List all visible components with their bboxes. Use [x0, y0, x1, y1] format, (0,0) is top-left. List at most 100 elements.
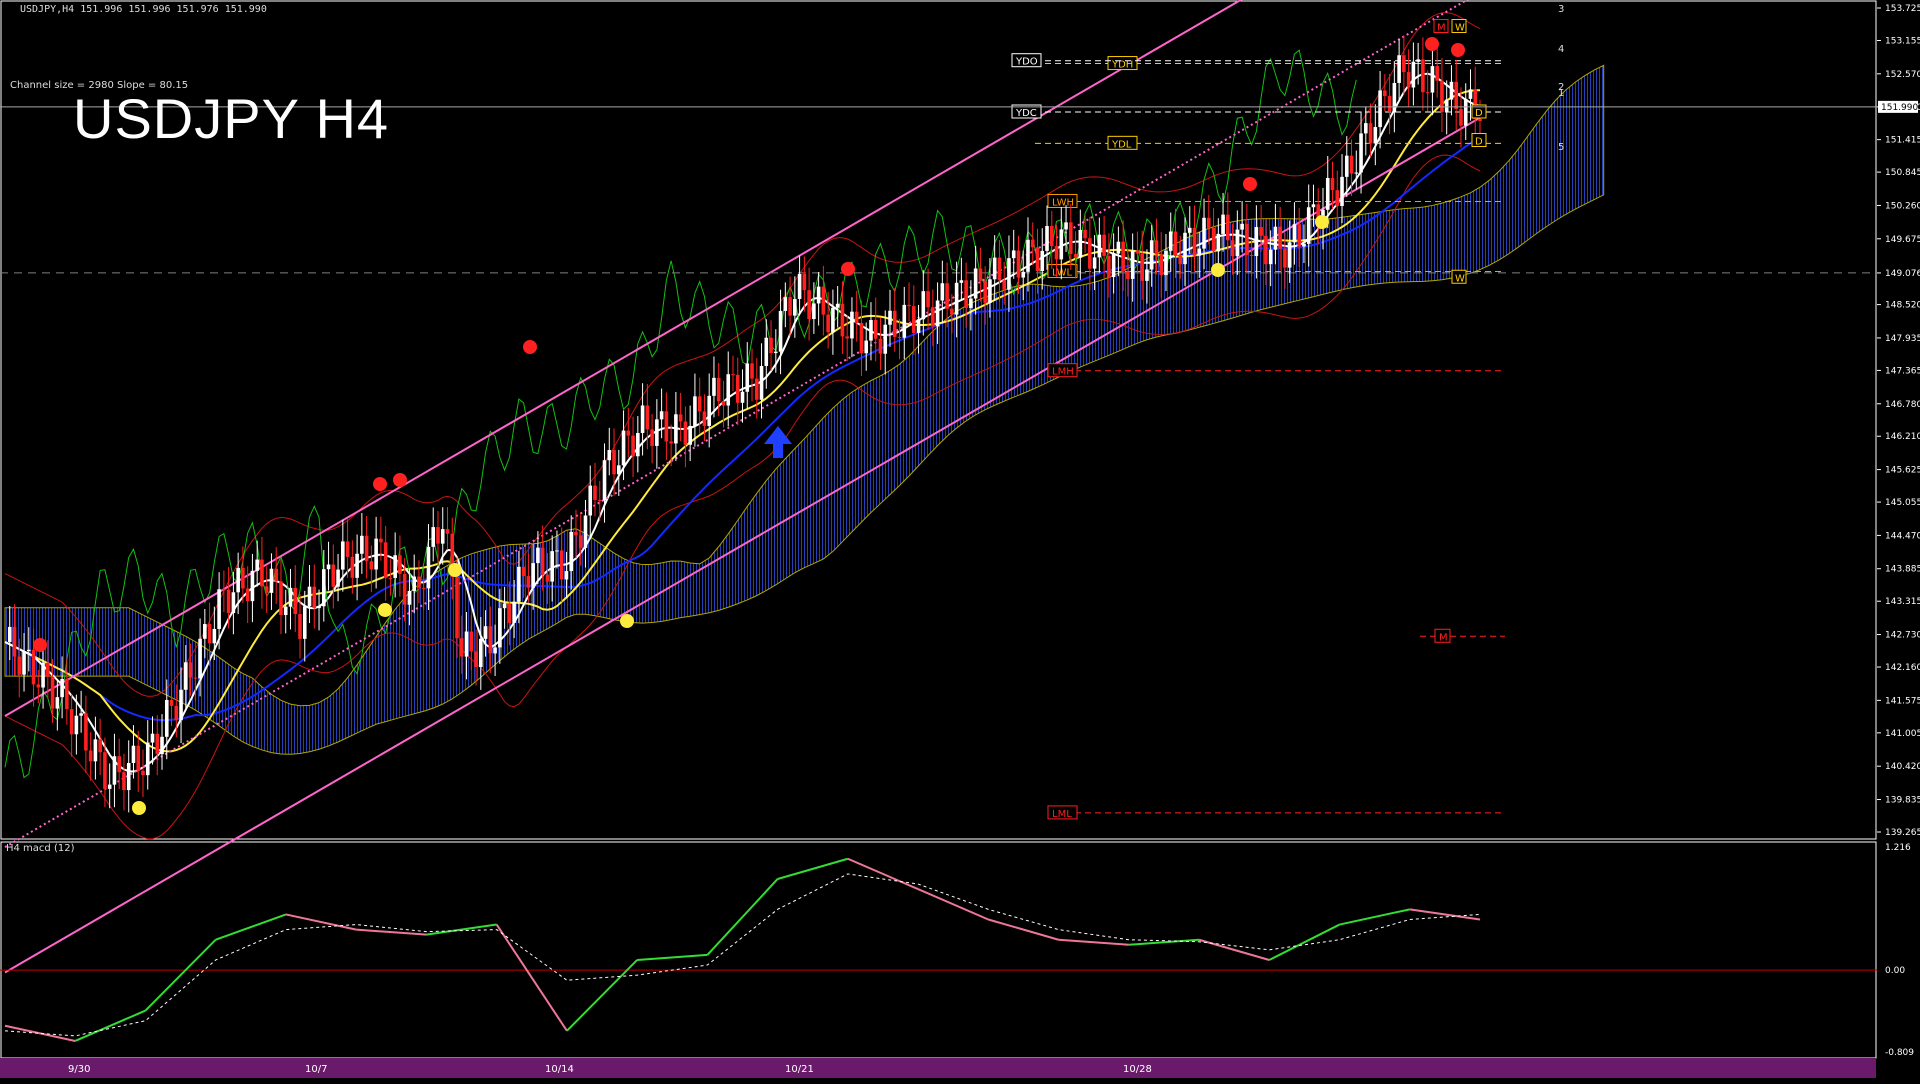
candle-body [1230, 240, 1235, 257]
candle-body [1364, 123, 1368, 134]
candle-body [269, 568, 274, 593]
candle-body [1135, 250, 1140, 254]
candle-body [964, 280, 968, 308]
candle-body [1107, 255, 1111, 278]
candle-body [1049, 225, 1054, 247]
candle-body [379, 538, 383, 543]
candle-body [36, 684, 41, 688]
candle-body [46, 662, 50, 677]
candle-body [1335, 190, 1340, 206]
candle-body [141, 770, 145, 776]
candle-body [464, 631, 469, 657]
macd-main-segment [777, 857, 849, 880]
candle-body [816, 286, 821, 304]
macd-panel-label: H4 macd (12) [6, 843, 75, 854]
price-tick-label: 146.210 [1885, 432, 1920, 442]
candle-body [98, 739, 102, 753]
candle-body [112, 756, 117, 785]
price-tick-label: 147.935 [1885, 334, 1920, 344]
candle-body [902, 304, 907, 338]
candle-body [992, 257, 997, 280]
candle-body [1402, 55, 1406, 73]
candle-body [935, 300, 940, 327]
candle-body [1421, 59, 1425, 93]
candle-body [369, 561, 374, 570]
buy-signal-icon [378, 603, 392, 617]
macd-main-segment [215, 913, 287, 941]
price-tick-label: 149.076 [1885, 269, 1920, 279]
candle-body [731, 374, 735, 376]
buy-signal-icon [132, 801, 146, 815]
macd-main-segment [495, 923, 568, 1032]
candle-body [1145, 269, 1149, 281]
candle-body [388, 577, 393, 579]
candle-body [498, 608, 502, 648]
level-label: YDC [1015, 108, 1037, 119]
candle-body [1164, 250, 1168, 276]
candle-body [831, 307, 835, 333]
candle-body [1444, 99, 1449, 112]
candle-body [517, 566, 521, 602]
candle-body [593, 485, 597, 500]
macd-main-segment [144, 939, 217, 1012]
candle-body [1054, 246, 1059, 260]
candle-body [1192, 227, 1197, 256]
candle-body [31, 649, 36, 685]
candle-body [283, 606, 288, 616]
candle-body [131, 745, 136, 764]
marker-label: W [1455, 273, 1465, 284]
candle-body [312, 586, 317, 609]
candle-body [950, 308, 954, 315]
candle-body [597, 499, 602, 501]
price-tick-label: 148.520 [1885, 301, 1920, 311]
candle-body [764, 337, 769, 366]
candle-body [383, 542, 388, 578]
candle-body [445, 529, 450, 534]
candle-body [1021, 271, 1026, 278]
candle-body [892, 310, 897, 337]
candle-body [864, 340, 869, 354]
candle-body [374, 538, 378, 570]
candle-body [973, 268, 978, 299]
candle-body [674, 414, 678, 444]
candle-body [317, 606, 321, 609]
level-label: YDO [1015, 57, 1038, 68]
candle-body [236, 567, 240, 593]
candle-body [393, 555, 397, 578]
candle-body [1197, 248, 1202, 256]
candle-body [1311, 204, 1316, 208]
candle-body [1078, 229, 1083, 258]
candle-body [1297, 224, 1301, 247]
price-tick-label: 139.265 [1885, 828, 1920, 838]
macd-main-segment [356, 928, 427, 936]
candle-body [103, 752, 107, 789]
sell-signal-icon [393, 473, 407, 487]
candle-body [945, 283, 949, 309]
candle-body [978, 268, 983, 281]
candle-body [578, 535, 583, 548]
candle-body [412, 576, 416, 591]
candle-body [840, 303, 845, 337]
candle-body [1449, 81, 1454, 100]
candle-body [50, 676, 55, 709]
buy-signal-icon [620, 614, 634, 628]
candle-body [440, 529, 445, 544]
candle-body [507, 603, 512, 623]
candle-body [550, 551, 554, 582]
price-tick-label: 145.625 [1885, 466, 1920, 476]
chart-window: YDH YDO YDC YDL LWH LWL LMH LML M MWDDW34215 153… [0, 0, 1920, 1080]
candle-body [274, 568, 279, 582]
candle-body [336, 569, 340, 587]
price-levels: YDHYDOYDCYDLLWHLWLLMHLMLM [1011, 53, 1505, 820]
candle-body [726, 374, 731, 406]
candle-body [398, 555, 402, 574]
candle-body [835, 303, 840, 308]
candle-body [788, 297, 792, 316]
candle-body [883, 324, 888, 354]
candle-body [845, 336, 849, 339]
candle-body [888, 310, 892, 325]
candle-body [341, 541, 345, 570]
candle-body [1278, 226, 1282, 249]
candle-body [612, 450, 616, 475]
candle-body [697, 396, 702, 412]
